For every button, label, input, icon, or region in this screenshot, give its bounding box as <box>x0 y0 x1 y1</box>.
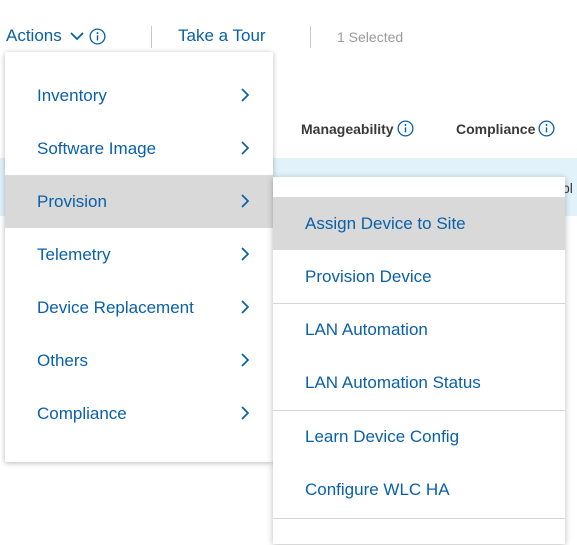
page-root: Actions Take a Tour 1 Selected Manageabi… <box>0 0 577 545</box>
submenu-item-label: Assign Device to Site <box>305 213 466 233</box>
chevron-down-icon <box>70 32 84 41</box>
column-header-compliance[interactable]: Compliance <box>456 120 555 137</box>
chevron-right-icon <box>241 353 250 367</box>
chevron-right-icon <box>241 406 250 420</box>
submenu-item-provision-device[interactable]: Provision Device <box>273 250 565 303</box>
submenu-item-lan-automation[interactable]: LAN Automation <box>273 303 565 356</box>
actions-label: Actions <box>6 26 62 45</box>
take-a-tour-link[interactable]: Take a Tour <box>178 26 266 46</box>
submenu-item-label: LAN Automation Status <box>305 372 481 392</box>
menu-item-device-replacement[interactable]: Device Replacement <box>5 281 273 334</box>
chevron-right-icon <box>241 194 250 208</box>
menu-item-provision[interactable]: Provision <box>5 175 273 228</box>
info-icon[interactable] <box>89 27 106 45</box>
submenu-divider <box>273 518 565 519</box>
column-header-manageability[interactable]: Manageability <box>301 120 414 137</box>
submenu-item-assign-device-to-site[interactable]: Assign Device to Site <box>273 197 565 250</box>
toolbar-divider <box>151 26 152 48</box>
chevron-right-icon <box>241 141 250 155</box>
submenu-item-label: Configure WLC HA <box>305 479 450 499</box>
submenu-item-lan-automation-status[interactable]: LAN Automation Status <box>273 356 565 409</box>
actions-menu: Inventory Software Image Provision Telem… <box>5 52 273 462</box>
actions-dropdown-button[interactable]: Actions <box>6 26 106 46</box>
info-icon[interactable] <box>538 120 555 137</box>
chevron-right-icon <box>241 88 250 102</box>
provision-submenu: Assign Device to Site Provision Device L… <box>273 177 565 544</box>
info-icon[interactable] <box>397 120 414 137</box>
column-header-label: Manageability <box>301 120 394 137</box>
selection-count: 1 Selected <box>337 29 404 45</box>
toolbar-divider <box>310 26 311 48</box>
column-header-label: Compliance <box>456 120 536 137</box>
chevron-right-icon <box>241 247 250 261</box>
menu-item-compliance[interactable]: Compliance <box>5 387 273 440</box>
menu-item-software-image[interactable]: Software Image <box>5 122 273 175</box>
submenu-item-learn-device-config[interactable]: Learn Device Config <box>273 410 565 463</box>
submenu-item-label: Provision Device <box>305 266 432 286</box>
menu-item-inventory[interactable]: Inventory <box>5 69 273 122</box>
submenu-item-label: LAN Automation <box>305 319 428 339</box>
toolbar: Actions Take a Tour 1 Selected <box>0 0 577 52</box>
submenu-item-label: Learn Device Config <box>305 426 460 446</box>
chevron-right-icon <box>241 300 250 314</box>
menu-item-others[interactable]: Others <box>5 334 273 387</box>
submenu-item-configure-wlc-ha[interactable]: Configure WLC HA <box>273 463 565 516</box>
menu-item-telemetry[interactable]: Telemetry <box>5 228 273 281</box>
